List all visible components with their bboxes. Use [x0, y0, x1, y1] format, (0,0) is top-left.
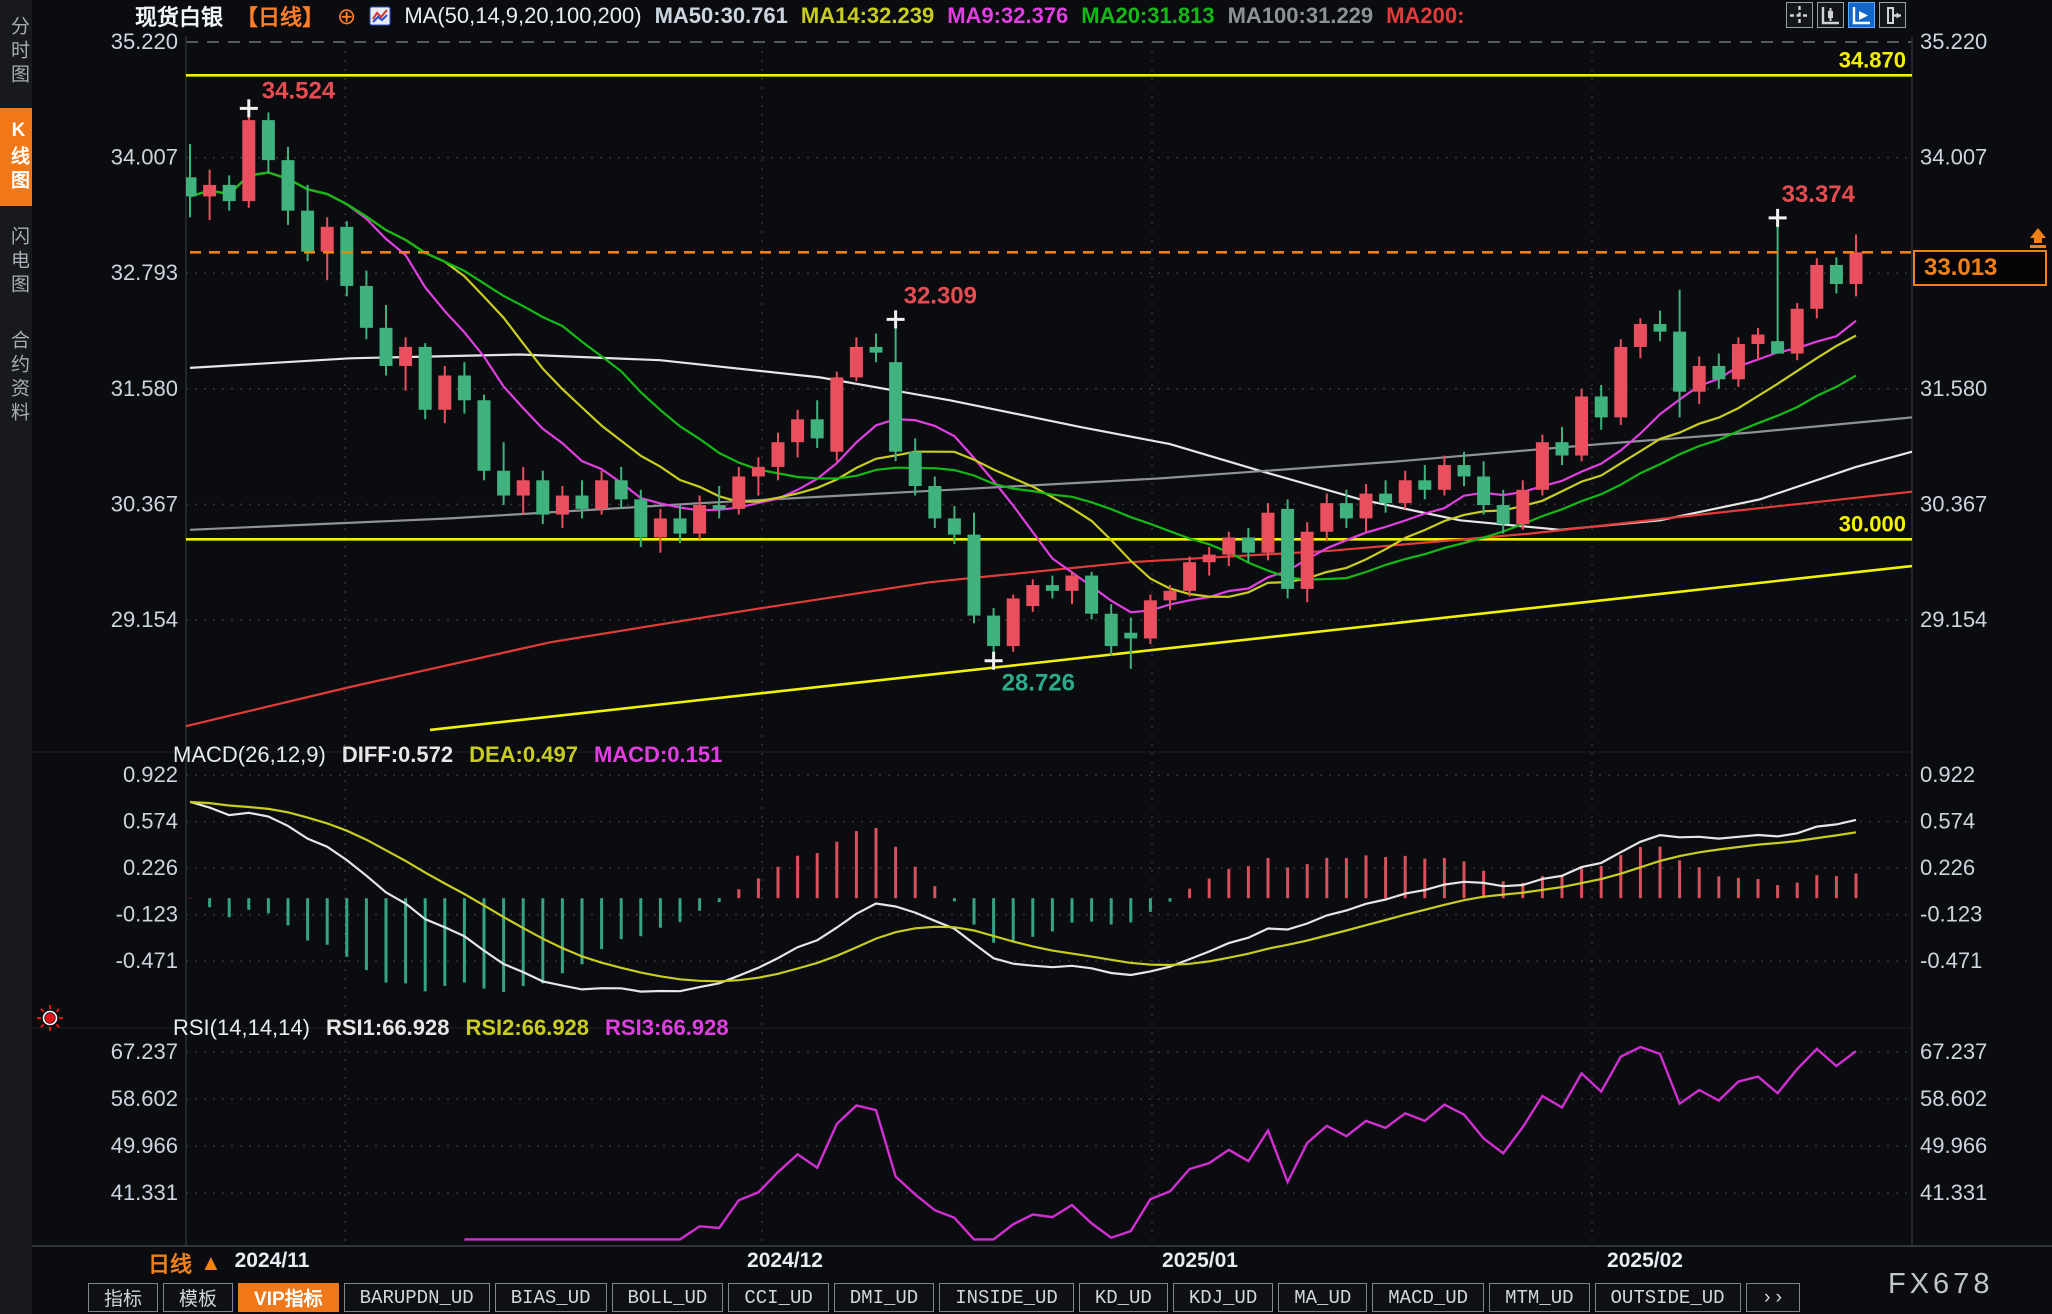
scale-cursor-icon[interactable] [1848, 2, 1875, 28]
svg-text:67.237: 67.237 [1920, 1039, 1987, 1064]
scale-lastbar-icon[interactable] [1879, 2, 1906, 28]
svg-text:35.220: 35.220 [1920, 29, 1987, 54]
macd-header: MACD(26,12,9) DIFF:0.572 DEA:0.497 MACD:… [173, 742, 722, 768]
rsi3-value: RSI3:66.928 [605, 1015, 729, 1041]
add-compare-icon[interactable]: ⊕ [337, 3, 356, 30]
svg-text:41.331: 41.331 [111, 1180, 178, 1205]
macd-diff-value: DIFF:0.572 [342, 742, 453, 768]
svg-text:34.007: 34.007 [111, 145, 178, 170]
indicator-mini-icon[interactable] [369, 5, 391, 27]
svg-text:31.580: 31.580 [111, 376, 178, 401]
rsi2-value: RSI2:66.928 [466, 1015, 590, 1041]
svg-text:30.367: 30.367 [1920, 491, 1987, 516]
svg-text:67.237: 67.237 [111, 1039, 178, 1064]
svg-text:-0.123: -0.123 [116, 902, 178, 927]
date-label: 2024/12 [747, 1249, 823, 1273]
svg-text:30.000: 30.000 [1839, 511, 1906, 536]
macd-dea-value: DEA:0.497 [469, 742, 578, 768]
svg-text:49.966: 49.966 [111, 1133, 178, 1158]
timeframe-label: 日线 [148, 1247, 192, 1279]
rsi-header: RSI(14,14,14) RSI1:66.928 RSI2:66.928 RS… [173, 1015, 729, 1041]
svg-text:-0.123: -0.123 [1920, 902, 1982, 927]
tab-VIP指标[interactable]: VIP指标 [238, 1283, 339, 1312]
ma100-value: MA100:31.229 [1228, 3, 1374, 29]
ma50-value: MA50:30.761 [655, 3, 788, 29]
svg-text:-0.471: -0.471 [116, 948, 178, 973]
symbol-title: 现货白银 [135, 0, 223, 32]
svg-text:31.580: 31.580 [1920, 376, 1987, 401]
ma9-value: MA9:32.376 [947, 3, 1068, 29]
date-label: 2025/02 [1607, 1249, 1683, 1273]
date-label: 2024/11 [235, 1249, 310, 1273]
date-label: 2025/01 [1162, 1249, 1238, 1273]
tab-KDJ_UD[interactable]: KDJ_UD [1173, 1283, 1273, 1312]
current-price-box: 33.013 [1913, 250, 2047, 286]
macd-hist-value: MACD:0.151 [594, 742, 722, 768]
timeframe-selector[interactable]: 日线 ▲ [148, 1247, 222, 1279]
chart-header: 现货白银 【日线】 ⊕ MA(50,14,9,20,100,200) MA50:… [135, 3, 1464, 29]
svg-text:41.331: 41.331 [1920, 1180, 1987, 1205]
scale-candle-icon[interactable] [1817, 2, 1844, 28]
svg-text:29.154: 29.154 [1920, 607, 1987, 632]
chart-canvas[interactable]: 34.870 30.000 34.524 32.309 28.726 33.374 35.2… [0, 0, 2052, 1314]
svg-text:34.524: 34.524 [262, 77, 336, 104]
svg-text:34.870: 34.870 [1839, 47, 1906, 72]
fx678-watermark: FX678 [1888, 1268, 1993, 1301]
svg-text:28.726: 28.726 [1002, 670, 1075, 697]
tab-››[interactable]: ›› [1746, 1283, 1801, 1312]
ma-params-label: MA(50,14,9,20,100,200) [404, 3, 641, 29]
svg-text:-0.471: -0.471 [1920, 948, 1982, 973]
tab-指标[interactable]: 指标 [88, 1283, 158, 1312]
timeframe-arrow-icon: ▲ [200, 1250, 222, 1276]
tab-INSIDE_UD[interactable]: INSIDE_UD [939, 1283, 1074, 1312]
svg-text:49.966: 49.966 [1920, 1133, 1987, 1158]
tab-模板[interactable]: 模板 [163, 1283, 233, 1312]
macd-title: MACD(26,12,9) [173, 742, 326, 768]
current-price-value: 33.013 [1915, 254, 1997, 282]
svg-text:0.922: 0.922 [1920, 762, 1975, 787]
svg-text:29.154: 29.154 [111, 607, 178, 632]
tab-CCI_UD[interactable]: CCI_UD [728, 1283, 828, 1312]
pan-crosshair-icon[interactable] [1786, 2, 1813, 28]
ma20-value: MA20:31.813 [1081, 3, 1214, 29]
trading-app-window: 34.870 30.000 34.524 32.309 28.726 33.374 35.2… [0, 0, 2052, 1314]
svg-text:0.574: 0.574 [1920, 809, 1975, 834]
sidebar-item-time-chart[interactable]: 分时图 [0, 4, 32, 100]
svg-text:32.793: 32.793 [111, 260, 178, 285]
svg-text:35.220: 35.220 [111, 29, 178, 54]
alert-sun-icon[interactable] [36, 1004, 64, 1037]
tab-DMI_UD[interactable]: DMI_UD [834, 1283, 934, 1312]
ma200-value: MA200: [1386, 3, 1464, 29]
tab-BARUPDN_UD[interactable]: BARUPDN_UD [344, 1283, 490, 1312]
chart-toolbar [1786, 2, 1906, 28]
ma14-value: MA14:32.239 [801, 3, 934, 29]
sidebar-item-candle-chart[interactable]: K线图 [0, 108, 32, 206]
sidebar-item-lightning-chart[interactable]: 闪电图 [0, 214, 32, 310]
tab-KD_UD[interactable]: KD_UD [1079, 1283, 1168, 1312]
tab-OUTSIDE_UD[interactable]: OUTSIDE_UD [1595, 1283, 1741, 1312]
svg-text:0.226: 0.226 [123, 855, 178, 880]
svg-text:0.574: 0.574 [123, 809, 178, 834]
svg-text:0.922: 0.922 [123, 762, 178, 787]
svg-text:0.226: 0.226 [1920, 855, 1975, 880]
svg-text:34.007: 34.007 [1920, 145, 1987, 170]
tab-BOLL_UD[interactable]: BOLL_UD [612, 1283, 724, 1312]
svg-text:58.602: 58.602 [1920, 1086, 1987, 1111]
price-up-arrow-icon [2026, 228, 2050, 255]
sidebar: 分时图 K线图 闪电图 合约资料 [0, 0, 32, 1314]
tab-MTM_UD[interactable]: MTM_UD [1489, 1283, 1589, 1312]
svg-text:33.374: 33.374 [1782, 181, 1856, 208]
svg-text:58.602: 58.602 [111, 1086, 178, 1111]
svg-text:30.367: 30.367 [111, 491, 178, 516]
sidebar-item-contract-info[interactable]: 合约资料 [0, 318, 32, 438]
tab-MA_UD[interactable]: MA_UD [1278, 1283, 1367, 1312]
tab-MACD_UD[interactable]: MACD_UD [1372, 1283, 1484, 1312]
indicator-tab-bar: 指标模板VIP指标BARUPDN_UDBIAS_UDBOLL_UDCCI_UDD… [88, 1283, 1800, 1312]
rsi1-value: RSI1:66.928 [326, 1015, 450, 1041]
tab-BIAS_UD[interactable]: BIAS_UD [495, 1283, 607, 1312]
svg-text:32.309: 32.309 [904, 282, 977, 309]
timeframe-tag[interactable]: 【日线】 [236, 0, 324, 32]
rsi-title: RSI(14,14,14) [173, 1015, 310, 1041]
